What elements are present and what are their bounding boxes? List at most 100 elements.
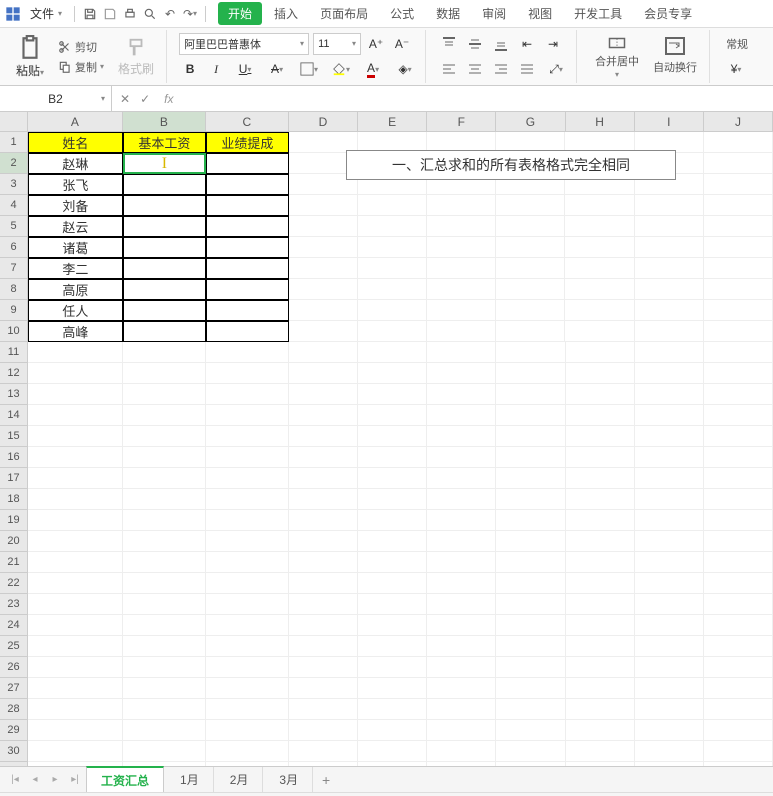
- column-header[interactable]: J: [704, 112, 773, 131]
- cell[interactable]: [427, 195, 496, 216]
- cell[interactable]: [566, 531, 635, 552]
- cell[interactable]: [496, 258, 565, 279]
- cancel-formula-icon[interactable]: ✕: [120, 92, 130, 106]
- cell[interactable]: [358, 342, 427, 363]
- cell[interactable]: [704, 447, 773, 468]
- cell[interactable]: [704, 552, 773, 573]
- row-header[interactable]: 2: [0, 153, 27, 174]
- cell[interactable]: [635, 363, 704, 384]
- cell[interactable]: [496, 678, 565, 699]
- cell[interactable]: [206, 174, 289, 195]
- cell[interactable]: [123, 342, 206, 363]
- cell[interactable]: [123, 468, 206, 489]
- cell[interactable]: [566, 363, 635, 384]
- row-header[interactable]: 20: [0, 531, 27, 552]
- align-middle-icon[interactable]: [464, 33, 486, 55]
- cell[interactable]: [206, 657, 289, 678]
- cell[interactable]: [427, 405, 496, 426]
- cell[interactable]: [123, 426, 206, 447]
- cell[interactable]: [496, 720, 565, 741]
- cell[interactable]: [566, 762, 635, 766]
- cell[interactable]: [289, 720, 358, 741]
- cell[interactable]: [28, 447, 123, 468]
- cell[interactable]: [123, 405, 206, 426]
- sheet-nav-prev-icon[interactable]: ◂: [26, 771, 44, 789]
- cell[interactable]: [427, 720, 496, 741]
- row-header[interactable]: 13: [0, 384, 27, 405]
- cell[interactable]: I: [123, 153, 206, 174]
- cell[interactable]: [28, 489, 123, 510]
- cell[interactable]: [496, 552, 565, 573]
- cell[interactable]: [123, 216, 206, 237]
- cell[interactable]: [206, 636, 289, 657]
- cell[interactable]: [566, 636, 635, 657]
- cell[interactable]: [704, 195, 773, 216]
- cell[interactable]: [358, 237, 427, 258]
- cell[interactable]: [704, 510, 773, 531]
- cell[interactable]: [427, 237, 496, 258]
- cell[interactable]: [427, 741, 496, 762]
- cell[interactable]: [123, 363, 206, 384]
- cell[interactable]: [704, 153, 773, 174]
- cell[interactable]: [289, 489, 358, 510]
- cell[interactable]: [635, 762, 704, 766]
- bold-button[interactable]: B: [179, 58, 201, 80]
- cell[interactable]: [289, 657, 358, 678]
- cell[interactable]: [704, 657, 773, 678]
- cell[interactable]: [123, 300, 206, 321]
- cell[interactable]: [566, 468, 635, 489]
- cell[interactable]: [635, 468, 704, 489]
- cell[interactable]: [704, 258, 773, 279]
- cell[interactable]: [635, 741, 704, 762]
- cell[interactable]: [206, 384, 289, 405]
- cell[interactable]: [123, 279, 206, 300]
- cell[interactable]: [206, 426, 289, 447]
- row-header[interactable]: 8: [0, 279, 27, 300]
- fill-color-button[interactable]: [327, 58, 355, 80]
- cell[interactable]: [289, 699, 358, 720]
- cell[interactable]: [28, 720, 123, 741]
- cell[interactable]: [28, 699, 123, 720]
- sheet-tab[interactable]: 3月: [265, 767, 313, 792]
- cell[interactable]: [358, 426, 427, 447]
- cell[interactable]: [289, 510, 358, 531]
- cell[interactable]: [496, 216, 565, 237]
- cell[interactable]: [289, 279, 358, 300]
- cell[interactable]: [358, 699, 427, 720]
- cell[interactable]: [496, 195, 565, 216]
- cell[interactable]: [496, 489, 565, 510]
- cell[interactable]: [28, 678, 123, 699]
- redo-icon[interactable]: ↷: [181, 5, 199, 23]
- cell[interactable]: [358, 384, 427, 405]
- formula-input[interactable]: [181, 86, 773, 111]
- save-icon[interactable]: [81, 5, 99, 23]
- cell[interactable]: [635, 195, 704, 216]
- cell[interactable]: [566, 657, 635, 678]
- cell[interactable]: [28, 426, 123, 447]
- cell[interactable]: [704, 741, 773, 762]
- cell[interactable]: [427, 279, 496, 300]
- cell[interactable]: [206, 699, 289, 720]
- font-name-select[interactable]: 阿里巴巴普惠体: [179, 33, 309, 55]
- cell[interactable]: [427, 615, 496, 636]
- align-center-icon[interactable]: [464, 58, 486, 80]
- cell[interactable]: [704, 384, 773, 405]
- cell[interactable]: [358, 531, 427, 552]
- phonetic-button[interactable]: ◈: [391, 58, 419, 80]
- cell[interactable]: [566, 720, 635, 741]
- cell[interactable]: [289, 216, 358, 237]
- cell[interactable]: [496, 237, 565, 258]
- cell[interactable]: [566, 552, 635, 573]
- cell[interactable]: [289, 741, 358, 762]
- cell[interactable]: [704, 762, 773, 766]
- print-preview-icon[interactable]: [141, 5, 159, 23]
- cell[interactable]: [496, 531, 565, 552]
- cell[interactable]: [28, 405, 123, 426]
- cell[interactable]: [635, 720, 704, 741]
- cell[interactable]: [496, 363, 565, 384]
- cell[interactable]: [358, 657, 427, 678]
- cell[interactable]: 张飞: [28, 174, 123, 195]
- undo-icon[interactable]: ↶: [161, 5, 179, 23]
- row-header[interactable]: 3: [0, 174, 27, 195]
- row-header[interactable]: 4: [0, 195, 27, 216]
